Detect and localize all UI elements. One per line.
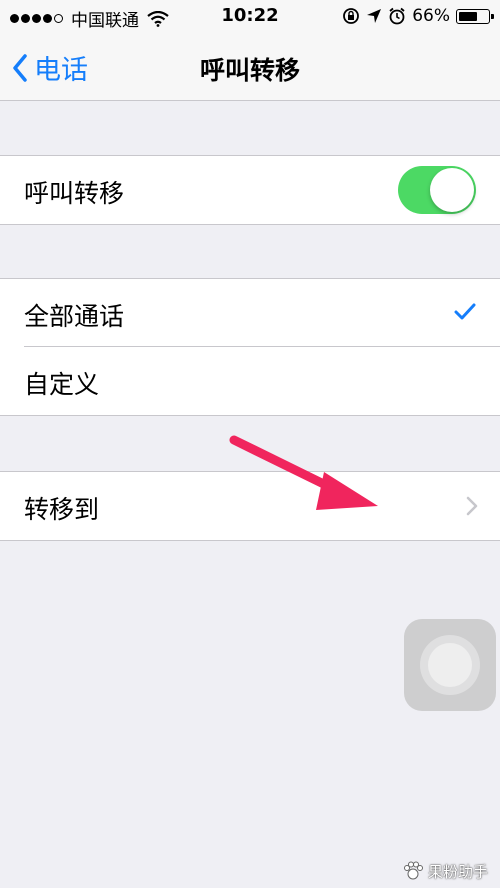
page-title: 呼叫转移	[199, 56, 300, 85]
paw-logo-icon	[403, 861, 423, 880]
annotation-arrow-icon	[229, 435, 378, 510]
watermark-text: 果粉助手	[427, 862, 488, 881]
option-custom[interactable]: 自定义	[0, 347, 500, 415]
option-label: 全部通话	[24, 302, 125, 331]
battery-icon	[456, 8, 494, 24]
location-icon	[367, 9, 382, 23]
option-all-calls[interactable]: 全部通话	[0, 279, 500, 347]
forwarding-row: 呼叫转移	[0, 156, 500, 224]
battery-percent: 66%	[412, 6, 450, 26]
screen: 中国联通 10:22 66% 电话 呼叫转移 呼叫转移 全部通话 自定义 转移到…	[0, 0, 500, 888]
status-right: 66%	[342, 6, 494, 26]
option-label: 自定义	[24, 370, 100, 399]
navigation-bar: 电话 呼叫转移	[0, 34, 500, 101]
forwarding-label: 呼叫转移	[24, 179, 125, 208]
chevron-right-icon	[466, 496, 478, 516]
forwarding-toggle[interactable]	[398, 166, 476, 214]
toggle-knob	[430, 168, 474, 212]
rotation-lock-icon	[343, 8, 360, 24]
status-bar: 中国联通 10:22 66%	[0, 0, 500, 34]
checkmark-icon	[454, 303, 476, 320]
forwarding-group: 呼叫转移	[0, 155, 500, 225]
watermark: 果粉助手	[402, 860, 488, 882]
forward-to-label: 转移到	[24, 495, 100, 524]
options-group: 全部通话 自定义	[0, 278, 500, 416]
assistive-touch-button[interactable]	[404, 619, 496, 711]
alarm-icon	[389, 7, 405, 25]
